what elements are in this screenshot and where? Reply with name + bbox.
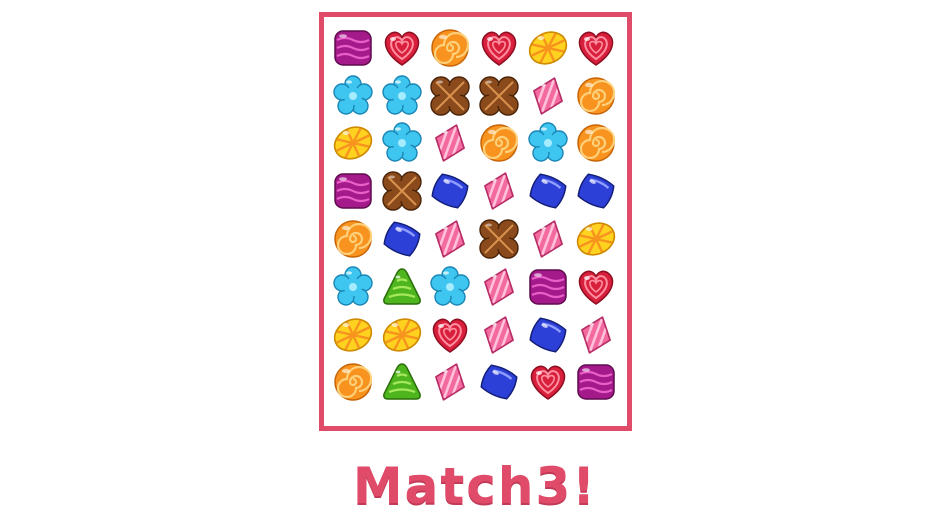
game-board: [319, 12, 632, 431]
candy-cell[interactable]: [378, 72, 427, 120]
candy-cell[interactable]: [475, 120, 524, 168]
candy-cell[interactable]: [475, 359, 524, 407]
pink-diamond-candy: [435, 363, 466, 402]
candy-cell[interactable]: [329, 167, 378, 215]
candy-cell[interactable]: [426, 359, 475, 407]
blue-flower-candy: [382, 74, 422, 115]
yellow-striped-candy: [382, 318, 421, 352]
candy-grid: [329, 24, 621, 406]
pink-diamond-candy: [532, 220, 563, 258]
yellow-striped-candy: [528, 31, 567, 65]
red-heart-candy: [384, 31, 420, 66]
red-heart-candy: [579, 270, 614, 305]
candy-cell[interactable]: [426, 167, 475, 215]
game-title: Match3!: [352, 457, 598, 515]
brown-clover-candy: [382, 171, 422, 211]
candy-cell[interactable]: [378, 311, 427, 359]
candy-cell[interactable]: [572, 24, 621, 72]
candy-cell[interactable]: [329, 72, 378, 120]
candy-cell[interactable]: [329, 311, 378, 359]
blue-jelly-candy: [431, 173, 470, 209]
candy-cell[interactable]: [572, 167, 621, 215]
candy-cell[interactable]: [329, 263, 378, 311]
orange-swirl-candy: [334, 363, 373, 402]
brown-clover-candy: [479, 75, 519, 116]
red-heart-candy: [481, 31, 517, 66]
blue-flower-candy: [333, 74, 373, 115]
brown-clover-candy: [479, 219, 519, 259]
red-heart-candy: [530, 366, 565, 401]
red-heart-candy: [579, 31, 614, 66]
candy-cell[interactable]: [475, 263, 524, 311]
orange-swirl-candy: [334, 220, 373, 258]
candy-cell[interactable]: [378, 167, 427, 215]
yellow-striped-candy: [334, 126, 373, 161]
blue-jelly-candy: [577, 173, 615, 209]
blue-jelly-candy: [529, 317, 567, 353]
candy-cell[interactable]: [378, 120, 427, 168]
candy-cell[interactable]: [426, 120, 475, 168]
candy-cell[interactable]: [426, 311, 475, 359]
candy-cell[interactable]: [523, 24, 572, 72]
brown-clover-candy: [430, 75, 471, 116]
green-triangle-candy: [382, 363, 421, 401]
candy-cell[interactable]: [329, 24, 378, 72]
candy-cell[interactable]: [523, 359, 572, 407]
red-heart-candy: [433, 318, 468, 353]
candy-cell[interactable]: [572, 311, 621, 359]
candy-cell[interactable]: [426, 24, 475, 72]
pink-diamond-candy: [484, 316, 514, 354]
blue-jelly-candy: [529, 173, 567, 209]
blue-flower-candy: [527, 122, 568, 163]
orange-swirl-candy: [577, 124, 616, 163]
candy-cell[interactable]: [475, 24, 524, 72]
blue-jelly-candy: [480, 364, 518, 401]
blue-flower-candy: [333, 266, 373, 306]
candy-cell[interactable]: [475, 215, 524, 263]
candy-cell[interactable]: [523, 120, 572, 168]
candy-cell[interactable]: [329, 120, 378, 168]
candy-cell[interactable]: [523, 215, 572, 263]
purple-square-candy: [334, 173, 373, 210]
pink-diamond-candy: [581, 316, 612, 354]
green-triangle-candy: [382, 268, 421, 305]
candy-cell[interactable]: [572, 215, 621, 263]
candy-cell[interactable]: [572, 263, 621, 311]
candy-cell[interactable]: [572, 120, 621, 168]
candy-cell[interactable]: [378, 215, 427, 263]
candy-cell[interactable]: [426, 72, 475, 120]
candy-cell[interactable]: [523, 263, 572, 311]
pink-diamond-candy: [484, 172, 514, 210]
candy-cell[interactable]: [475, 72, 524, 120]
candy-cell[interactable]: [572, 359, 621, 407]
pink-diamond-candy: [532, 77, 563, 115]
purple-square-candy: [334, 30, 373, 66]
candy-cell[interactable]: [426, 263, 475, 311]
candy-cell[interactable]: [523, 311, 572, 359]
orange-swirl-candy: [480, 124, 519, 163]
pink-diamond-candy: [435, 220, 466, 258]
candy-cell[interactable]: [378, 24, 427, 72]
blue-flower-candy: [430, 266, 471, 306]
candy-cell[interactable]: [523, 72, 572, 120]
candy-cell[interactable]: [523, 167, 572, 215]
pink-diamond-candy: [484, 268, 514, 306]
candy-cell[interactable]: [329, 359, 378, 407]
orange-swirl-candy: [577, 76, 616, 115]
yellow-striped-candy: [334, 318, 373, 352]
candy-cell[interactable]: [378, 263, 427, 311]
purple-square-candy: [577, 364, 616, 401]
candy-cell[interactable]: [426, 215, 475, 263]
blue-flower-candy: [382, 122, 422, 163]
candy-cell[interactable]: [572, 72, 621, 120]
candy-cell[interactable]: [475, 167, 524, 215]
orange-swirl-candy: [431, 29, 470, 67]
blue-jelly-candy: [383, 221, 421, 257]
yellow-striped-candy: [577, 222, 616, 256]
pink-diamond-candy: [435, 124, 466, 163]
candy-cell[interactable]: [378, 359, 427, 407]
candy-cell[interactable]: [329, 215, 378, 263]
candy-cell[interactable]: [475, 311, 524, 359]
purple-square-candy: [528, 269, 567, 305]
